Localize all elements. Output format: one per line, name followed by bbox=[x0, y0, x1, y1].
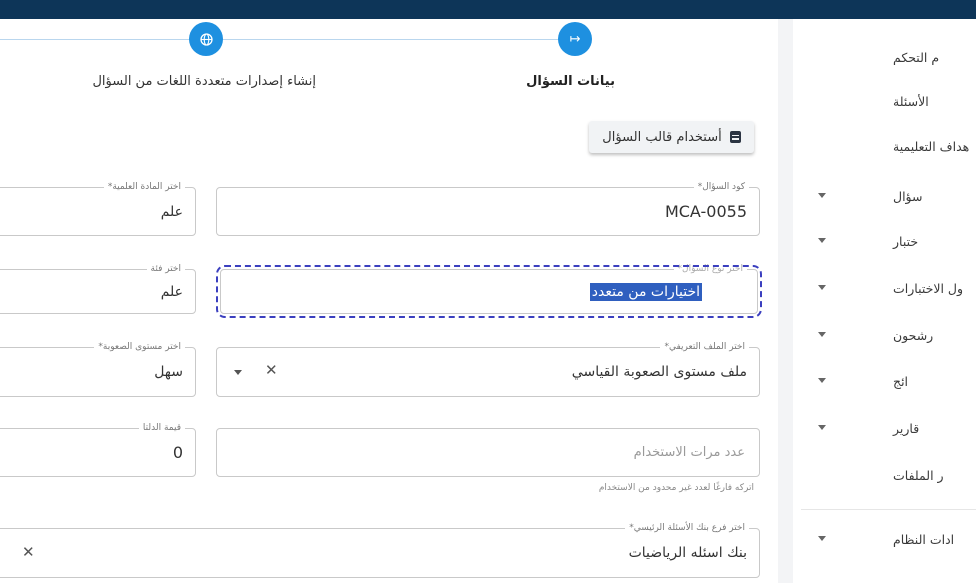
step-2-circle[interactable] bbox=[189, 22, 223, 56]
sidebar-item-label: م التحكم bbox=[893, 49, 940, 65]
sidebar-item-learning-objectives[interactable]: هداف التعليمية bbox=[793, 126, 976, 166]
sidebar-item-question[interactable]: سؤال bbox=[793, 176, 976, 216]
sidebar-item-system-settings[interactable]: ادات النظام bbox=[793, 519, 976, 559]
main-bank-select[interactable]: اختر فرع بنك الأسئلة الرئيسي* بنك اسئله … bbox=[0, 522, 760, 578]
globe-icon bbox=[199, 32, 213, 46]
subject-value: علم bbox=[160, 203, 183, 220]
document-icon bbox=[729, 131, 741, 143]
usage-count-input[interactable]: عدد مرات الاستخدام bbox=[216, 428, 760, 477]
chevron-down-icon bbox=[818, 378, 826, 383]
profile-value: ملف مستوى الصعوبة القياسي bbox=[571, 364, 747, 380]
clear-icon[interactable]: ✕ bbox=[265, 361, 278, 379]
sidebar-item-label: الأسئلة bbox=[893, 93, 929, 109]
sidebar-item-label: رشحون bbox=[893, 327, 934, 343]
sidebar-item-file-manager[interactable]: ر الملفات bbox=[793, 455, 976, 495]
usage-count-placeholder: عدد مرات الاستخدام bbox=[633, 445, 745, 460]
focus-outline bbox=[216, 265, 762, 318]
delta-input[interactable]: قيمة الدلتا 0 bbox=[0, 422, 196, 477]
sidebar-item-questions[interactable]: الأسئلة bbox=[793, 81, 976, 121]
chevron-down-icon bbox=[818, 332, 826, 337]
sidebar-item-label: سؤال bbox=[893, 188, 923, 204]
difficulty-value: سهل bbox=[154, 364, 183, 380]
chevron-down-icon[interactable] bbox=[234, 370, 242, 375]
chevron-down-icon bbox=[818, 238, 826, 243]
subject-select[interactable]: اختر المادة العلمية* علم bbox=[0, 181, 196, 236]
chevron-down-icon bbox=[818, 536, 826, 541]
arrow-right-to-bar-icon: ↦ bbox=[569, 31, 581, 47]
profile-select[interactable]: اختر الملف التعريفي* ملف مستوى الصعوبة ا… bbox=[216, 341, 760, 397]
question-code-value: MCA-0055 bbox=[664, 202, 747, 221]
sidebar-item-label: ختبار bbox=[893, 233, 919, 249]
sidebar-item-label: ادات النظام bbox=[893, 531, 955, 547]
clear-icon[interactable]: ✕ bbox=[22, 543, 35, 561]
main-bank-value: بنك اسئله الرياضيات bbox=[628, 545, 747, 561]
sidebar-item-exam[interactable]: ختبار bbox=[793, 221, 976, 261]
step-1-circle[interactable]: ↦ bbox=[558, 22, 592, 56]
step-2-label[interactable]: إنشاء إصدارات متعددة اللغات من السؤال bbox=[92, 74, 316, 89]
usage-count-hint: اتركه فارغًا لعدد غير محدود من الاستخدام bbox=[598, 483, 754, 493]
stepper-connector bbox=[0, 39, 575, 40]
sidebar-item-label: هداف التعليمية bbox=[893, 138, 970, 154]
sidebar-item-candidates[interactable]: رشحون bbox=[793, 315, 976, 355]
sidebar-item-reports[interactable]: قارير bbox=[793, 408, 976, 448]
difficulty-select[interactable]: اختر مستوى الصعوبة* سهل bbox=[0, 341, 196, 397]
sidebar-item-label: ول الاختبارات bbox=[893, 280, 964, 296]
use-template-button[interactable]: أستخدام قالب السؤال bbox=[589, 121, 754, 153]
chevron-down-icon bbox=[818, 285, 826, 290]
sidebar-item-label: قارير bbox=[893, 420, 920, 436]
step-1-label[interactable]: بيانات السؤال bbox=[526, 74, 615, 89]
sidebar-nav: م التحكم الأسئلة هداف التعليمية سؤال ختب… bbox=[793, 19, 976, 583]
chevron-down-icon bbox=[818, 193, 826, 198]
sidebar-item-results[interactable]: ائج bbox=[793, 361, 976, 401]
category-value: علم bbox=[160, 283, 183, 300]
sidebar-gutter bbox=[778, 19, 793, 583]
delta-value: 0 bbox=[172, 443, 183, 462]
category-select[interactable]: اختر فئة علم bbox=[0, 263, 196, 314]
sidebar-divider bbox=[801, 509, 976, 510]
use-template-label: أستخدام قالب السؤال bbox=[602, 129, 722, 145]
chevron-down-icon bbox=[818, 425, 826, 430]
sidebar-item-exam-schedule[interactable]: ول الاختبارات bbox=[793, 268, 976, 308]
sidebar-item-dashboard[interactable]: م التحكم bbox=[793, 37, 976, 77]
sidebar-item-label: ائج bbox=[893, 373, 909, 389]
question-code-field[interactable]: كود السؤال* MCA-0055 bbox=[216, 181, 760, 236]
top-app-bar bbox=[0, 0, 976, 19]
sidebar-item-label: ر الملفات bbox=[893, 467, 944, 483]
